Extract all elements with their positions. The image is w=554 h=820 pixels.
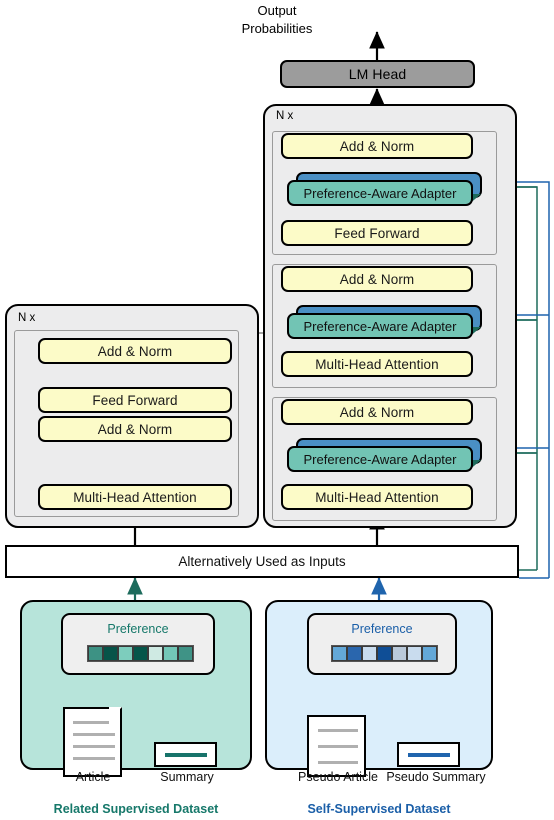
lm-head-block[interactable]: LM Head: [280, 60, 475, 88]
adapter-front-layer-1: Preference-Aware Adapter: [287, 446, 473, 472]
preference-aware-adapter-1[interactable]: Preference-Aware Adapter: [287, 438, 487, 474]
preference-swatch-teal-3: [133, 646, 148, 661]
decoder-add-norm-2-label: Add & Norm: [339, 271, 415, 287]
adapter-front-layer-3: Preference-Aware Adapter: [287, 180, 473, 206]
preference-box-blue: Preference: [307, 613, 457, 675]
diagram-canvas: Output Probabilities LM Head N x Add & N…: [0, 0, 554, 820]
output-label-line1: Output: [257, 3, 297, 18]
preference-swatch-blue-2: [362, 646, 377, 661]
preference-label-teal: Preference: [107, 622, 169, 636]
decoder-add-norm-3-label: Add & Norm: [339, 138, 415, 154]
decoder-repeat-label: N x: [276, 110, 294, 122]
encoder-add-norm-1-label: Add & Norm: [97, 421, 173, 437]
preference-swatch-blue-3: [377, 646, 392, 661]
preference-swatch-blue-4: [392, 646, 407, 661]
adapter-front-layer-2: Preference-Aware Adapter: [287, 313, 473, 339]
preference-swatches-blue: [331, 645, 438, 662]
input-bar-label: Alternatively Used as Inputs: [178, 554, 346, 569]
preference-swatch-blue-0: [332, 646, 347, 661]
pseudo-summary-caption: Pseudo Summary: [386, 770, 486, 784]
preference-aware-adapter-2[interactable]: Preference-Aware Adapter: [287, 305, 487, 341]
preference-swatch-teal-6: [178, 646, 193, 661]
encoder-feed-forward[interactable]: Feed Forward: [38, 387, 232, 413]
decoder-add-norm-1[interactable]: Add & Norm: [281, 399, 473, 425]
encoder-feed-forward-label: Feed Forward: [92, 392, 178, 408]
pseudo-article-document-icon: [307, 715, 366, 777]
preference-aware-adapter-3[interactable]: Preference-Aware Adapter: [287, 172, 487, 208]
article-document-icon: [63, 707, 122, 777]
lm-head-label: LM Head: [348, 66, 407, 82]
encoder-add-norm-1[interactable]: Add & Norm: [38, 416, 232, 442]
output-probabilities-label: Output Probabilities: [0, 2, 554, 38]
preference-swatch-blue-6: [422, 646, 437, 661]
alternatively-used-as-inputs-bar[interactable]: Alternatively Used as Inputs: [5, 545, 519, 578]
decoder-feed-forward-label: Feed Forward: [334, 225, 420, 241]
decoder-feed-forward[interactable]: Feed Forward: [281, 220, 473, 246]
decoder-cross-attention[interactable]: Multi-Head Attention: [281, 351, 473, 377]
summary-document-icon: [154, 742, 217, 767]
decoder-add-norm-3[interactable]: Add & Norm: [281, 133, 473, 159]
decoder-self-attention[interactable]: Multi-Head Attention: [281, 484, 473, 510]
preference-aware-adapter-3-label: Preference-Aware Adapter: [303, 185, 457, 201]
encoder-add-norm-2[interactable]: Add & Norm: [38, 338, 232, 364]
pseudo-summary-document-icon: [397, 742, 460, 767]
preference-label-blue: Preference: [351, 622, 413, 636]
preference-swatch-blue-1: [347, 646, 362, 661]
preference-swatch-teal-1: [103, 646, 118, 661]
decoder-add-norm-2[interactable]: Add & Norm: [281, 266, 473, 292]
preference-box-teal: Preference: [61, 613, 215, 675]
encoder-repeat-label: N x: [18, 312, 36, 324]
encoder-self-attention[interactable]: Multi-Head Attention: [38, 484, 232, 510]
related-supervised-dataset-title: Related Supervised Dataset: [53, 802, 219, 816]
preference-swatch-blue-5: [407, 646, 422, 661]
output-label-line2: Probabilities: [241, 21, 313, 36]
preference-swatches-teal: [87, 645, 194, 662]
self-supervised-panel: Preference Pseudo Article Pseudo Summary: [265, 600, 493, 784]
preference-aware-adapter-2-label: Preference-Aware Adapter: [303, 318, 457, 334]
preference-swatch-teal-0: [88, 646, 103, 661]
preference-aware-adapter-1-label: Preference-Aware Adapter: [303, 451, 457, 467]
encoder-add-norm-2-label: Add & Norm: [97, 343, 173, 359]
decoder-cross-attention-label: Multi-Head Attention: [315, 356, 439, 372]
encoder-self-attention-label: Multi-Head Attention: [73, 489, 197, 505]
self-supervised-dataset-title: Self-Supervised Dataset: [307, 802, 451, 816]
decoder-self-attention-label: Multi-Head Attention: [315, 489, 439, 505]
related-supervised-panel: Preference Article Summary: [20, 600, 252, 784]
pseudo-article-caption: Pseudo Article: [298, 770, 378, 784]
preference-swatch-teal-2: [118, 646, 133, 661]
article-caption: Article: [75, 770, 111, 784]
decoder-add-norm-1-label: Add & Norm: [339, 404, 415, 420]
summary-caption: Summary: [160, 770, 214, 784]
preference-swatch-teal-5: [163, 646, 178, 661]
preference-swatch-teal-4: [148, 646, 163, 661]
